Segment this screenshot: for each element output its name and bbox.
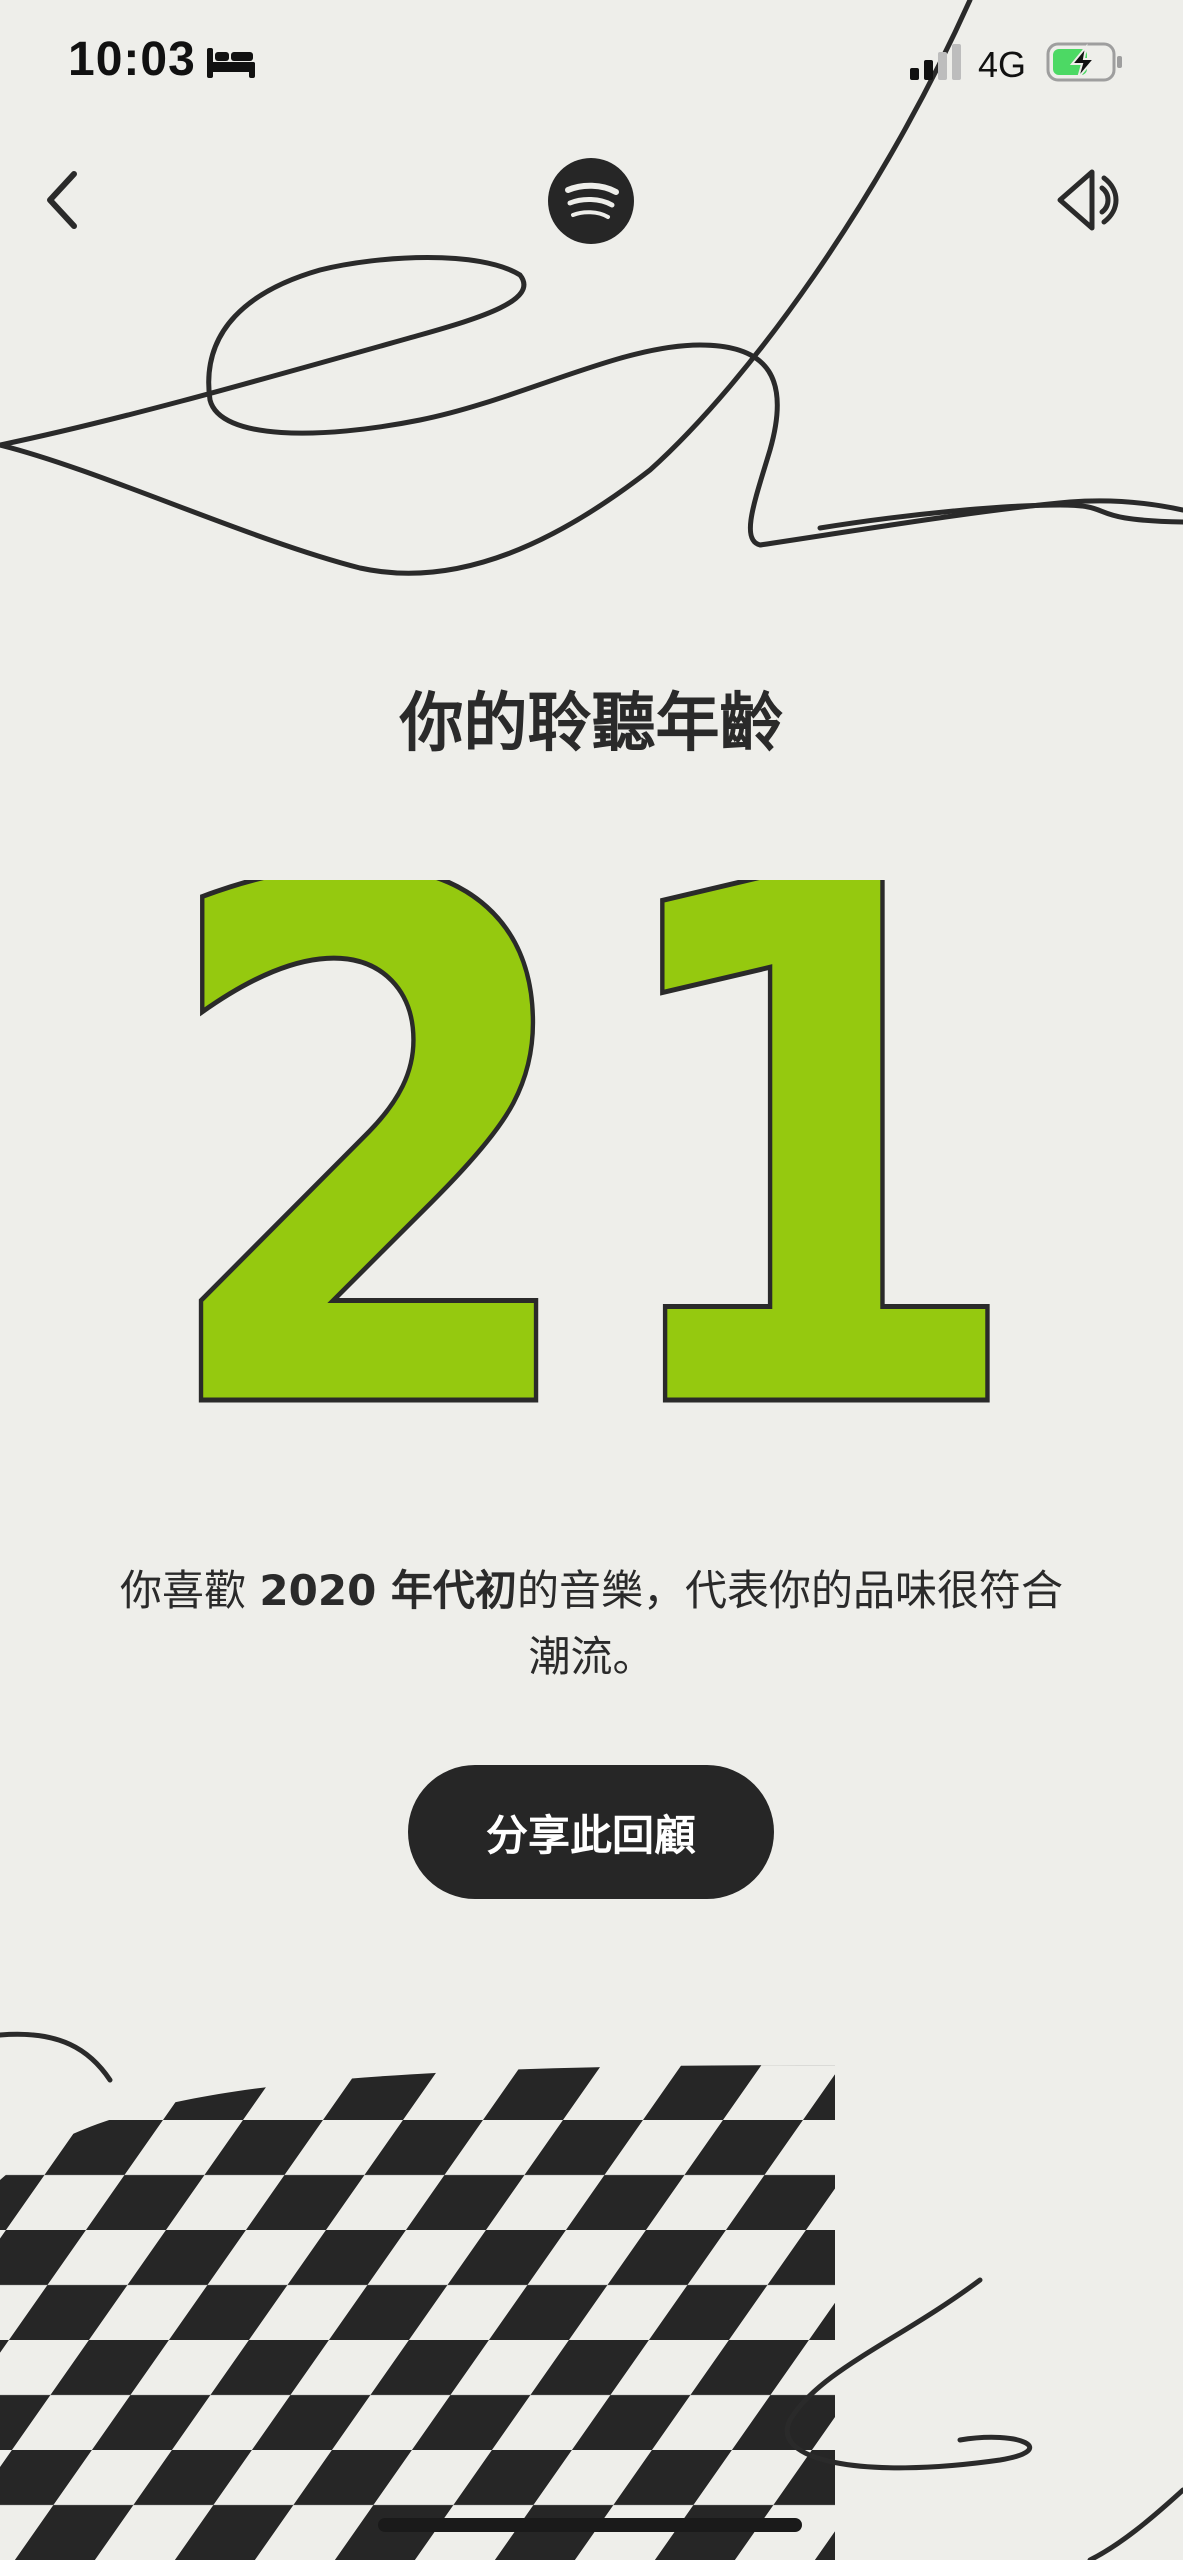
- listening-age-number: 21: [149, 880, 1034, 1420]
- back-button[interactable]: [30, 160, 100, 240]
- checkered-decoration: [0, 2031, 1183, 2560]
- age-description: 你喜歡 2020 年代初的音樂，代表你的品味很符合潮流。: [110, 1558, 1073, 1690]
- chevron-left-icon: [47, 171, 77, 229]
- decorative-line-art: [0, 0, 1183, 576]
- status-time: 10:03: [68, 33, 196, 86]
- description-prefix: 你喜歡: [120, 1566, 260, 1615]
- page-title: 你的聆聽年齡: [399, 687, 784, 761]
- description-suffix: 的音樂，代表你的品味很符合潮流。: [516, 1566, 1063, 1681]
- speaker-icon: [1057, 169, 1119, 231]
- spotify-logo: [548, 158, 634, 244]
- description-highlight: 2020 年代初: [259, 1566, 517, 1615]
- battery-charging-icon: [1046, 42, 1122, 82]
- share-button[interactable]: 分享此回顧: [408, 1765, 774, 1899]
- bed-icon: [207, 48, 255, 78]
- home-indicator: [378, 2518, 802, 2532]
- age-value: 21: [151, 880, 1031, 1420]
- network-label: 4G: [978, 44, 1027, 85]
- sound-button[interactable]: [1046, 160, 1126, 240]
- signal-icon: [910, 44, 961, 80]
